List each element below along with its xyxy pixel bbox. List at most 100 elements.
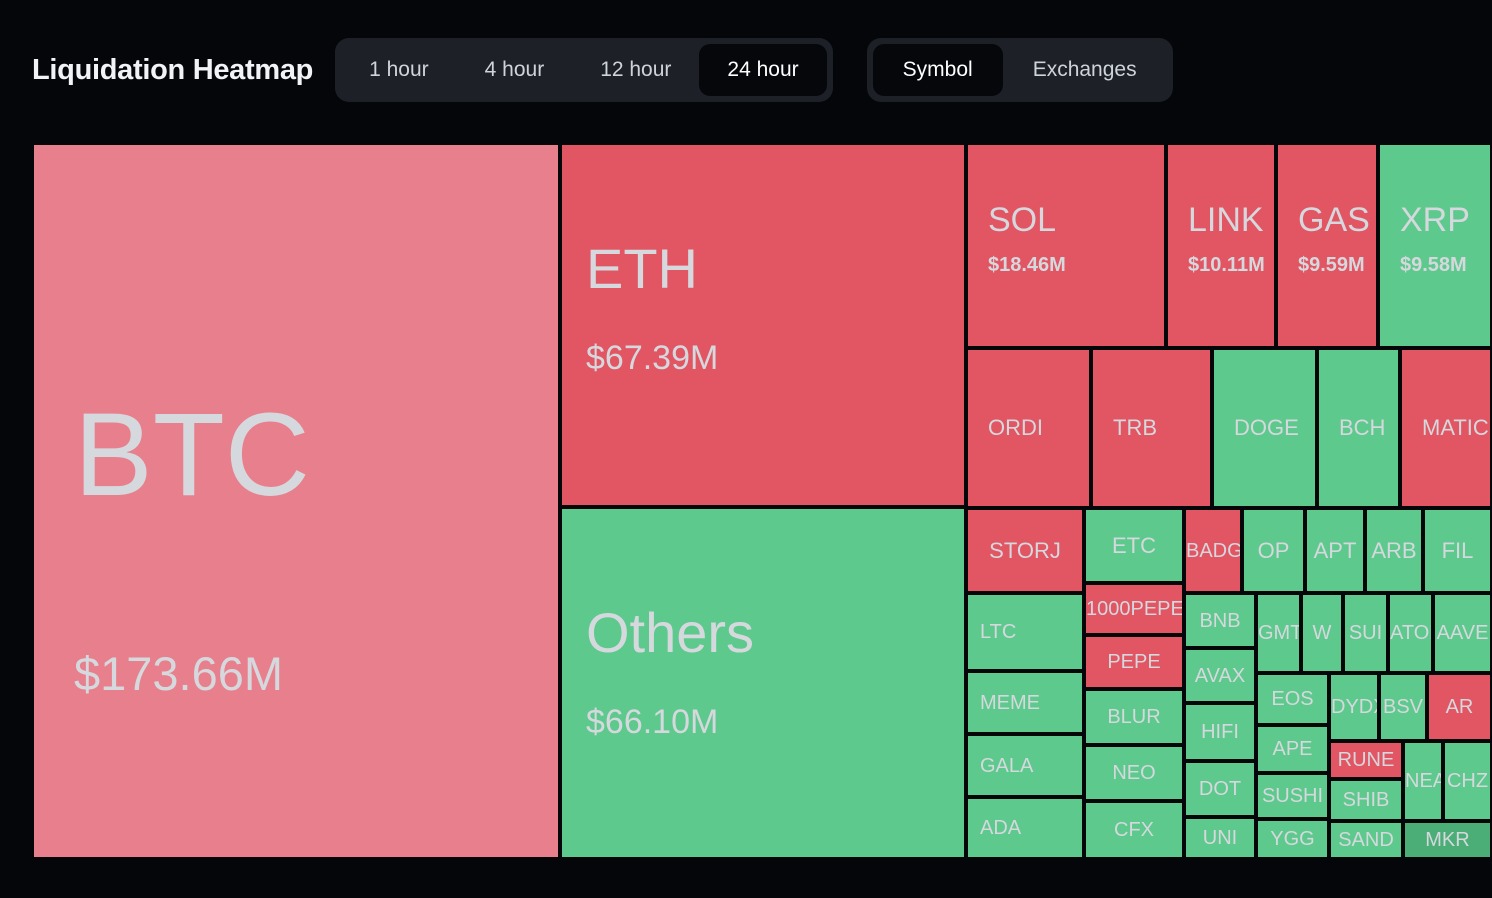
treemap-tile-arb[interactable]: ARB (1365, 508, 1423, 593)
timeframe-option-24-hour[interactable]: 24 hour (699, 44, 827, 96)
tile-symbol-label: TRB (1113, 415, 1157, 440)
treemap-tile-gas[interactable]: GAS $9.59M (1276, 143, 1378, 348)
treemap-tile-avax[interactable]: AVAX (1184, 648, 1256, 703)
tile-symbol-label: SHIB (1342, 789, 1390, 811)
tile-symbol-label: CFX (1114, 819, 1154, 841)
tile-symbol-label: ARB (1371, 537, 1417, 563)
treemap-tile-sand[interactable]: SAND (1329, 821, 1403, 859)
treemap-tile-bch[interactable]: BCH (1317, 348, 1400, 508)
treemap-tile-sol[interactable]: SOL $18.46M (966, 143, 1166, 348)
treemap-tile-uni[interactable]: UNI (1184, 817, 1256, 859)
treemap-tile-bnb[interactable]: BNB (1184, 593, 1256, 648)
tile-value-label: $66.10M (586, 703, 719, 741)
tile-symbol-label: ETH (586, 237, 698, 300)
treemap-tile-atom[interactable]: ATOM (1388, 593, 1433, 673)
treemap-tile-etc[interactable]: ETC (1084, 508, 1184, 583)
treemap-tile-near[interactable]: NEAR (1403, 741, 1443, 821)
treemap-tile-1000pepe[interactable]: 1000PEPE (1084, 583, 1184, 635)
treemap-tile-link[interactable]: LINK $10.11M (1166, 143, 1276, 348)
treemap-tile-badger[interactable]: BADGER (1184, 508, 1242, 593)
tile-symbol-label: MEME (980, 691, 1040, 714)
treemap-tile-eth[interactable]: ETH $67.39M (560, 143, 966, 507)
tile-symbol-label: OP (1257, 537, 1290, 563)
tile-symbol-label: BLUR (1107, 706, 1161, 728)
tile-symbol-label: XRP (1400, 201, 1470, 239)
treemap-tile-btc[interactable]: BTC $173.66M (32, 143, 560, 859)
treemap-tile-blur[interactable]: BLUR (1084, 689, 1184, 745)
treemap-tile-ltc[interactable]: LTC (966, 593, 1084, 671)
group-by-option-exchanges[interactable]: Exchanges (1003, 44, 1167, 96)
treemap-tile-eos[interactable]: EOS (1256, 673, 1329, 725)
timeframe-segmented-control: 1 hour 4 hour 12 hour 24 hour (335, 38, 833, 102)
tile-symbol-label: EOS (1271, 688, 1314, 710)
tile-symbol-label: PEPE (1107, 651, 1161, 673)
treemap-tile-op[interactable]: OP (1242, 508, 1305, 593)
tile-symbol-label: LTC (980, 621, 1017, 643)
tile-symbol-label: 1000PEPE (1086, 598, 1184, 620)
tile-symbol-label: BCH (1339, 415, 1386, 440)
tile-symbol-label: YGG (1270, 828, 1315, 850)
tile-symbol-label: CHZ (1446, 770, 1489, 792)
tile-value-label: $67.39M (586, 339, 719, 377)
group-by-segmented-control: Symbol Exchanges (866, 38, 1173, 102)
tile-symbol-label: STORJ (989, 537, 1061, 563)
treemap-tile-sushi[interactable]: SUSHI (1256, 773, 1329, 819)
tile-symbol-label: Others (586, 601, 755, 664)
treemap-tile-cfx[interactable]: CFX (1084, 801, 1184, 859)
tile-symbol-label: FIL (1441, 537, 1474, 563)
tile-symbol-label: UNI (1202, 827, 1238, 849)
treemap-tile-ordi[interactable]: ORDI (966, 348, 1091, 508)
tile-symbol-label: AR (1445, 696, 1474, 718)
treemap-tile-rune[interactable]: RUNE (1329, 741, 1403, 779)
treemap-tile-ape[interactable]: APE (1256, 725, 1329, 773)
treemap-tile-chz[interactable]: CHZ (1443, 741, 1492, 821)
treemap-tile-mkr[interactable]: MKR (1403, 821, 1492, 859)
treemap-tile-w[interactable]: W (1301, 593, 1343, 673)
treemap-tile-dydx[interactable]: DYDX (1329, 673, 1379, 741)
timeframe-option-1-hour[interactable]: 1 hour (341, 44, 457, 96)
treemap-tile-gmt[interactable]: GMT (1256, 593, 1301, 673)
tile-value-label: $9.59M (1298, 254, 1365, 276)
timeframe-option-12-hour[interactable]: 12 hour (572, 44, 699, 96)
tile-symbol-label: ORDI (988, 415, 1043, 440)
tile-symbol-label: BADGER (1186, 539, 1242, 562)
treemap-tile-trb[interactable]: TRB (1091, 348, 1212, 508)
tile-symbol-label: SUI (1348, 622, 1383, 644)
tile-symbol-label: LINK (1188, 201, 1264, 239)
treemap-tile-dot[interactable]: DOT (1184, 761, 1256, 817)
treemap-tile-doge[interactable]: DOGE (1212, 348, 1317, 508)
treemap-tile-xrp[interactable]: XRP $9.58M (1378, 143, 1492, 348)
treemap-tile-apt[interactable]: APT (1305, 508, 1365, 593)
treemap-tile-pepe[interactable]: PEPE (1084, 635, 1184, 689)
treemap-tile-hifi[interactable]: HIFI (1184, 703, 1256, 761)
treemap-tile-ada[interactable]: ADA (966, 797, 1084, 859)
treemap-tile-aave[interactable]: AAVE (1433, 593, 1492, 673)
tile-symbol-label: DOGE (1234, 415, 1299, 440)
tile-symbol-label: APT (1313, 537, 1357, 563)
tile-symbol-label: MKR (1425, 829, 1470, 851)
treemap-tile-bsv[interactable]: BSV (1379, 673, 1427, 741)
tile-symbol-label: RUNE (1337, 749, 1395, 771)
tile-symbol-label: SOL (988, 201, 1057, 239)
tile-symbol-label: GMT (1258, 622, 1301, 644)
tile-symbol-label: SAND (1338, 829, 1394, 851)
tile-symbol-label: ADA (980, 817, 1022, 839)
tile-symbol-label: ATOM (1390, 622, 1431, 644)
treemap-tile-ar[interactable]: AR (1427, 673, 1492, 741)
group-by-option-symbol[interactable]: Symbol (872, 44, 1003, 96)
treemap-tile-meme[interactable]: MEME (966, 671, 1084, 734)
tile-symbol-label: AAVE (1436, 622, 1489, 644)
tile-symbol-label: BNB (1199, 609, 1241, 632)
treemap-tile-ygg[interactable]: YGG (1256, 819, 1329, 859)
header-bar: Liquidation Heatmap 1 hour 4 hour 12 hour 2… (0, 0, 1492, 140)
treemap-tile-matic[interactable]: MATIC (1400, 348, 1492, 508)
treemap-tile-shib[interactable]: SHIB (1329, 779, 1403, 821)
treemap-tile-storj[interactable]: STORJ (966, 508, 1084, 593)
tile-value-label: $18.46M (988, 254, 1066, 276)
treemap-tile-neo[interactable]: NEO (1084, 745, 1184, 801)
treemap-tile-others[interactable]: Others $66.10M (560, 507, 966, 859)
treemap-tile-gala[interactable]: GALA (966, 734, 1084, 797)
treemap-tile-sui[interactable]: SUI (1343, 593, 1388, 673)
treemap-tile-fil[interactable]: FIL (1423, 508, 1492, 593)
timeframe-option-4-hour[interactable]: 4 hour (457, 44, 573, 96)
